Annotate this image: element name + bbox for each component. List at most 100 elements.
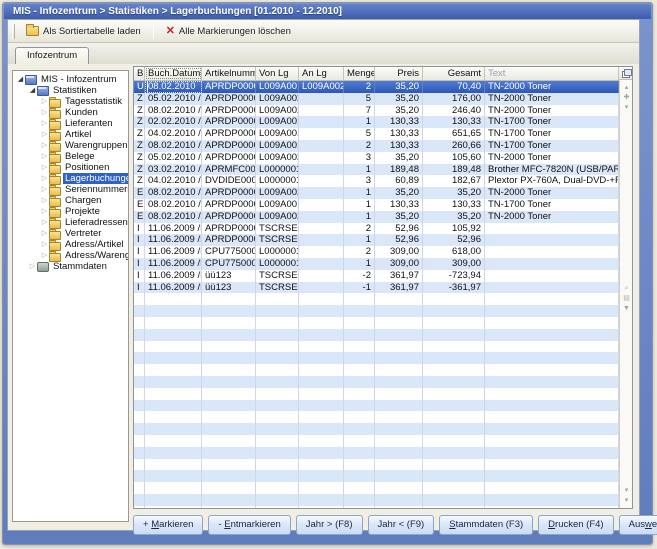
cell-from [256,494,299,506]
cell-to [299,317,344,329]
expand-arrow-icon[interactable]: ▷ [40,163,49,172]
scroll-up-icon[interactable]: ▾ [625,104,629,111]
expand-arrow-icon[interactable]: ▷ [40,207,49,216]
markieren-button[interactable]: + Markieren [133,515,203,535]
jahr-f8-button[interactable]: Jahr > (F8) [296,515,363,535]
table-row[interactable]: I11.06.2009 /DoAPRDP00004TSCRSE02252,961… [134,223,619,235]
column-header-von-lg[interactable]: Von Lg [256,67,299,80]
tree-item-chargen[interactable]: ▷Chargen [13,195,128,206]
table-row[interactable]: U08.02.2010APRDP00001L009A001L009A002235… [134,81,619,93]
cell-marker [134,435,145,447]
tree-item-artikel[interactable]: ▷Artikel [13,129,128,140]
table-row[interactable]: E08.02.2010 /MoAPRDP00003L009A002135,203… [134,211,619,223]
expand-arrow-icon[interactable]: ▷ [40,174,49,183]
filter-icon[interactable]: ▼ [623,305,630,312]
table-row[interactable]: E08.02.2010 /MoAPRDP00001L009A002135,203… [134,187,619,199]
tree-item-positionen[interactable]: ▷Positionen [13,162,128,173]
cell-marker: I [134,223,145,235]
cell-marker [134,317,145,329]
tree-item-kunden[interactable]: ▷Kunden [13,107,128,118]
tree-item-stammdaten[interactable]: ▷Stammdaten [13,261,128,272]
table-row[interactable]: Z03.02.2010 /MiAPRMFC00001L00000011189,4… [134,164,619,176]
column-header-preis[interactable]: Preis [375,67,423,80]
column-chooser-icon[interactable] [619,67,632,80]
cell-text [485,223,619,235]
empty-table-row [134,411,619,423]
tab-infozentrum[interactable]: Infozentrum [15,47,89,64]
column-header-text[interactable]: Text [485,67,619,80]
cell-price: 189,48 [375,164,423,176]
stammdaten-f3-button[interactable]: Stammdaten (F3) [439,515,533,535]
empty-table-row [134,400,619,412]
tree-item-belege[interactable]: ▷Belege [13,151,128,162]
expand-arrow-icon[interactable]: ▷ [40,240,49,249]
expand-arrow-icon[interactable]: ▷ [40,229,49,238]
table-row[interactable]: Z08.02.2010 /MoAPRDP00002L009A0012130,33… [134,140,619,152]
table-row[interactable]: I11.06.2009 /DoAPRDP00004TSCRSE02152,965… [134,234,619,246]
tree-item-lagerbuchungen[interactable]: ▷Lagerbuchungen [13,173,128,184]
tree-item-adress-warengruppen[interactable]: ▷Adress/Warengruppen [13,250,128,261]
tree-item-adress-artikel[interactable]: ▷Adress/Artikel [13,239,128,250]
scroll-top-icon[interactable]: ▴ [625,84,629,91]
tree-item-seriennummern[interactable]: ▷Seriennummern [13,184,128,195]
column-header-an-lg[interactable]: An Lg [299,67,344,80]
expand-arrow-icon[interactable]: ▷ [40,119,49,128]
zoom-icon[interactable]: ⌕ [625,285,629,292]
column-header-artikelnummer[interactable]: Artikelnummer [202,67,256,80]
expand-arrow-icon[interactable]: ▷ [40,108,49,117]
column-header-menge[interactable]: Menge [344,67,375,80]
tree-item-warengruppen[interactable]: ▷Warengruppen [13,140,128,151]
cell-total [423,423,485,435]
table-row[interactable]: Z05.02.2010 /FrAPRDP00003L009A002335,201… [134,152,619,164]
tree-item-label: MIS - Infozentrum [39,74,119,85]
drucken-f4-button[interactable]: Drucken (F4) [538,515,613,535]
expand-arrow-icon[interactable]: ▷ [40,185,49,194]
expand-arrow-icon[interactable]: ▷ [28,262,37,271]
expand-arrow-icon[interactable]: ▷ [40,251,49,260]
table-row[interactable]: I11.06.2009 /DoCPU77500007L00000011309,0… [134,258,619,270]
cell-from [256,329,299,341]
memo-icon[interactable]: ▤ [623,295,630,302]
table-row[interactable]: Z04.02.2010 /DoAPRDP00002L009A0015130,33… [134,128,619,140]
toolbar-grip[interactable] [12,24,15,39]
expand-arrow-icon[interactable]: ▷ [40,130,49,139]
expand-arrow-icon[interactable]: ▷ [40,152,49,161]
column-header-gesamt[interactable]: Gesamt [423,67,485,80]
cell-article [202,376,256,388]
scroll-down-icon[interactable]: ▾ [625,487,629,494]
auswertung-return-button[interactable]: Auswertung (Return) [619,515,657,535]
cell-qty [344,305,375,317]
tree-item-statistiken[interactable]: ◢Statistiken [13,85,128,96]
tree-item-lieferadressen[interactable]: ▷Lieferadressen [13,217,128,228]
expand-arrow-icon[interactable]: ▷ [40,196,49,205]
table-row[interactable]: Z04.02.2010 /DoDVDIDE00016L0000001360,89… [134,175,619,187]
tree-item-lieferanten[interactable]: ▷Lieferanten [13,118,128,129]
tree-item-vertreter[interactable]: ▷Vertreter [13,228,128,239]
clear-marks-button[interactable]: ✕ Alle Markierungen löschen [159,22,298,41]
table-row[interactable]: Z08.02.2010 /MoAPRDP00001L009A002735,202… [134,105,619,117]
expand-arrow-icon[interactable]: ▷ [40,218,49,227]
column-header-b[interactable]: B [134,67,145,80]
jahr-f9-button[interactable]: Jahr < (F9) [368,515,435,535]
load-sort-table-button[interactable]: Als Sortiertabelle laden [19,22,148,41]
table-row[interactable]: I11.06.2009 /DoCPU77500007L00000012309,0… [134,246,619,258]
tree-item-tagesstatistik[interactable]: ▷Tagesstatistik [13,96,128,107]
collapse-arrow-icon[interactable]: ◢ [28,86,37,95]
lagerbuchungen-table: BBuch.DatumArtikelnummerVon LgAn LgMenge… [133,66,633,509]
scroll-end-icon[interactable]: ▾ [625,497,629,504]
expand-arrow-icon[interactable]: ▷ [40,97,49,106]
cell-text [485,376,619,388]
table-row[interactable]: Z02.02.2010 /DiAPRDP00002L009A0011130,33… [134,116,619,128]
expand-arrow-icon[interactable]: ▷ [40,141,49,150]
table-row[interactable]: Z05.02.2010 /FrAPRDP00001L009A002535,201… [134,93,619,105]
collapse-arrow-icon[interactable]: ◢ [16,75,25,84]
table-row[interactable]: E08.02.2010 /MoAPRDP00002L009A0011130,33… [134,199,619,211]
table-row[interactable]: I11.06.2009 /Doüü123TSCRSE03-1361,97-361… [134,282,619,294]
scroll-marker-icon[interactable]: ✚ [624,94,630,101]
entmarkieren-button[interactable]: - Entmarkieren [208,515,290,535]
tree-item-projekte[interactable]: ▷Projekte [13,206,128,217]
table-row[interactable]: I11.06.2009 /Doüü123TSCRSE03-2361,97-723… [134,270,619,282]
cell-qty [344,400,375,412]
tree-item-mis-infozentrum[interactable]: ◢ MIS - Infozentrum [13,74,128,85]
column-header-buch-datum[interactable]: Buch.Datum [145,67,202,80]
